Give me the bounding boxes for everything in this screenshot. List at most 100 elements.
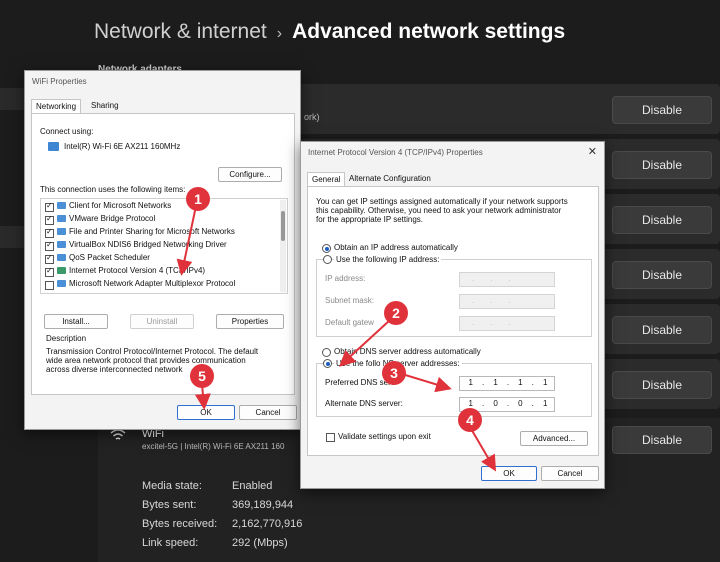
- close-icon[interactable]: ✕: [588, 145, 597, 158]
- ip-address-label: IP address:: [325, 274, 366, 283]
- description-group: Description Transmission Control Protoco…: [40, 332, 286, 388]
- ok-button[interactable]: OK: [177, 405, 235, 420]
- preferred-dns-input[interactable]: 1. 1. 1. 1: [459, 376, 555, 391]
- description-line: Transmission Control Protocol/Internet P…: [46, 347, 259, 356]
- breadcrumb-parent[interactable]: Network & internet: [94, 20, 267, 43]
- network-component-icon: [57, 280, 66, 287]
- disable-button[interactable]: Disable: [612, 206, 712, 234]
- wifi-adapter-sub: excitel-5G | Intel(R) Wi-Fi 6E AX211 160: [142, 442, 285, 451]
- breadcrumb: Network & internet › Advanced network sett…: [94, 20, 565, 44]
- obtain-ip-auto-radio[interactable]: [322, 244, 331, 253]
- disable-button[interactable]: Disable: [612, 151, 712, 179]
- validate-checkbox[interactable]: [326, 433, 335, 442]
- bytes-sent-value: 369,189,944: [232, 499, 294, 511]
- connect-using-label: Connect using:: [40, 127, 94, 136]
- networking-panel: Connect using: Intel(R) Wi-Fi 6E AX211 1…: [31, 113, 295, 395]
- step-badge-4: 4: [458, 408, 482, 432]
- network-component-icon: [57, 228, 66, 235]
- use-following-dns-radio[interactable]: [323, 359, 332, 368]
- wifi-properties-dialog: WiFi Properties Networking Sharing Conne…: [24, 70, 301, 430]
- dialog-title: WiFi Properties: [32, 77, 87, 86]
- obtain-dns-auto-radio[interactable]: [322, 348, 331, 357]
- checkbox[interactable]: [45, 281, 54, 290]
- tab-sharing[interactable]: Sharing: [87, 99, 123, 113]
- alternate-dns-label: Alternate DNS server:: [325, 399, 403, 408]
- bytes-received-value: 2,162,770,916: [232, 518, 303, 530]
- bytes-received-label: Bytes received:: [142, 518, 218, 530]
- intro-line: for the appropriate IP settings.: [316, 215, 424, 224]
- nav-strip: [0, 226, 24, 248]
- disable-button[interactable]: Disable: [612, 316, 712, 344]
- adapter-box: Intel(R) Wi-Fi 6E AX211 160MHz: [40, 138, 282, 155]
- adapter-sub: ork): [304, 112, 320, 122]
- validate-label[interactable]: Validate settings upon exit: [338, 432, 431, 441]
- network-component-icon: [57, 215, 66, 222]
- step-badge-3: 3: [382, 361, 406, 385]
- ip-address-input[interactable]: ...: [459, 272, 555, 287]
- list-item[interactable]: VMware Bridge Protocol: [45, 214, 155, 226]
- list-item[interactable]: Microsoft Network Adapter Multiplexor Pr…: [45, 279, 235, 291]
- ip-address-group: Use the following IP address: IP address…: [316, 255, 592, 337]
- link-speed-label: Link speed:: [142, 537, 199, 549]
- link-speed-value: 292 (Mbps): [232, 537, 288, 549]
- advanced-button[interactable]: Advanced...: [520, 431, 588, 446]
- configure-button[interactable]: Configure...: [218, 167, 282, 182]
- page-title: Advanced network settings: [292, 20, 566, 43]
- description-line: across diverse interconnected network: [46, 365, 183, 374]
- network-component-icon: [57, 254, 66, 261]
- checkbox[interactable]: [45, 214, 54, 225]
- network-component-icon: [57, 202, 66, 209]
- checkbox[interactable]: [45, 240, 54, 251]
- description-line: wide area network protocol that provides…: [46, 356, 246, 365]
- uninstall-button[interactable]: Uninstall: [130, 314, 194, 329]
- list-item[interactable]: VirtualBox NDIS6 Bridged Networking Driv…: [45, 240, 227, 252]
- chevron-right-icon: ›: [276, 25, 283, 42]
- cancel-button[interactable]: Cancel: [541, 466, 599, 481]
- subnet-mask-input[interactable]: ...: [459, 294, 555, 309]
- default-gateway-label: Default gatew: [325, 318, 374, 327]
- intro-line: You can get IP settings assigned automat…: [316, 197, 568, 206]
- checkbox[interactable]: [45, 201, 54, 212]
- media-state-value: Enabled: [232, 480, 273, 492]
- dialog-title: Internet Protocol Version 4 (TCP/IPv4) P…: [308, 148, 483, 157]
- nav-strip: [0, 88, 24, 110]
- properties-button[interactable]: Properties: [216, 314, 284, 329]
- tab-alternate-configuration[interactable]: Alternate Configuration: [345, 172, 435, 186]
- disable-button[interactable]: Disable: [612, 261, 712, 289]
- scrollbar-thumb[interactable]: [281, 211, 285, 241]
- bytes-sent-label: Bytes sent:: [142, 499, 197, 511]
- checkbox[interactable]: [45, 253, 54, 264]
- intro-line: this capability. Otherwise, you need to …: [316, 206, 562, 215]
- list-item[interactable]: Client for Microsoft Networks: [45, 201, 171, 213]
- list-item[interactable]: File and Printer Sharing for Microsoft N…: [45, 227, 235, 239]
- items-label: This connection uses the following items…: [40, 185, 186, 194]
- use-following-ip-label[interactable]: Use the following IP address:: [334, 255, 442, 264]
- default-gateway-input[interactable]: ...: [459, 316, 555, 331]
- general-panel: You can get IP settings assigned automat…: [307, 186, 599, 456]
- subnet-mask-label: Subnet mask:: [325, 296, 374, 305]
- tab-general[interactable]: General: [307, 172, 346, 187]
- tab-networking[interactable]: Networking: [31, 99, 82, 114]
- use-following-ip-radio[interactable]: [323, 255, 332, 264]
- media-state-label: Media state:: [142, 480, 202, 492]
- list-item-ipv4[interactable]: Internet Protocol Version 4 (TCP/IPv4): [45, 266, 205, 278]
- step-badge-1: 1: [186, 187, 210, 211]
- obtain-dns-auto-label[interactable]: Obtain DNS server address automatically: [334, 347, 481, 356]
- ipv4-properties-dialog: Internet Protocol Version 4 (TCP/IPv4) P…: [300, 141, 605, 489]
- obtain-ip-auto-label[interactable]: Obtain an IP address automatically: [334, 243, 458, 252]
- install-button[interactable]: Install...: [44, 314, 108, 329]
- step-badge-5: 5: [190, 364, 214, 388]
- network-adapter-icon: [48, 142, 59, 151]
- checkbox[interactable]: [45, 227, 54, 238]
- description-title: Description: [46, 334, 87, 343]
- adapter-name: Intel(R) Wi-Fi 6E AX211 160MHz: [64, 142, 181, 151]
- components-list[interactable]: Client for Microsoft Networks VMware Bri…: [40, 198, 288, 294]
- list-item[interactable]: QoS Packet Scheduler: [45, 253, 150, 265]
- checkbox[interactable]: [45, 266, 54, 277]
- disable-button[interactable]: Disable: [612, 371, 712, 399]
- ok-button[interactable]: OK: [481, 466, 537, 481]
- wifi-icon: [110, 429, 126, 440]
- cancel-button[interactable]: Cancel: [239, 405, 297, 420]
- disable-button[interactable]: Disable: [612, 96, 712, 124]
- disable-button[interactable]: Disable: [612, 426, 712, 454]
